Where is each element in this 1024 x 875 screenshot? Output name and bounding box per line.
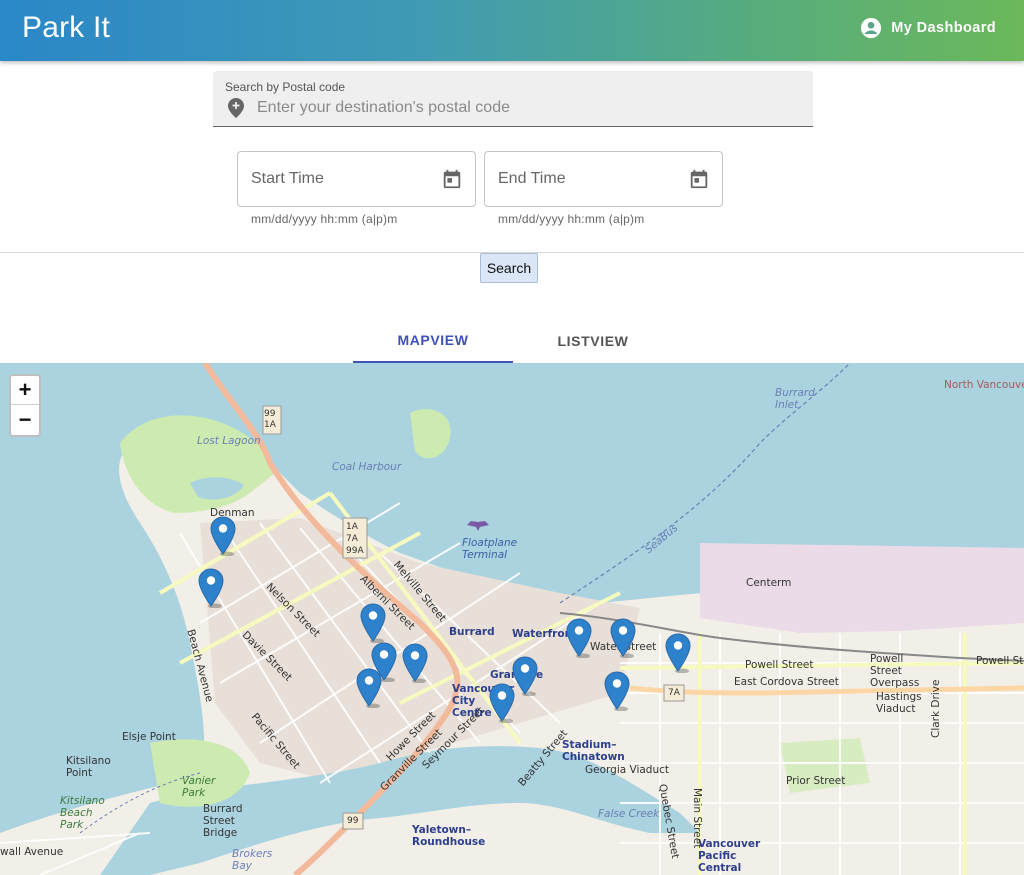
- map-view[interactable]: Lost Lagoon Coal Harbour Denman Floatpla…: [0, 363, 1024, 875]
- end-time-helper: mm/dd/yyyy hh:mm (a|p)m: [498, 212, 645, 226]
- map-label: Prior Street: [786, 775, 846, 787]
- map-label: Burrard Street Bridge: [203, 803, 243, 839]
- map-label: Stadium–Chinatown: [562, 739, 625, 763]
- parking-marker-icon[interactable]: [604, 671, 630, 712]
- dashboard-label: My Dashboard: [891, 20, 996, 36]
- calendar-icon[interactable]: [441, 168, 463, 190]
- zoom-out-button[interactable]: −: [11, 405, 39, 434]
- map-label: Centerm: [746, 577, 792, 589]
- parking-marker-icon[interactable]: [356, 668, 382, 709]
- parking-marker-icon[interactable]: [198, 568, 224, 609]
- search-button[interactable]: Search: [480, 253, 538, 283]
- add-location-icon: [228, 98, 244, 118]
- app-bar: Park It My Dashboard: [0, 0, 1024, 61]
- zoom-control: + −: [9, 374, 41, 437]
- parking-marker-icon[interactable]: [402, 643, 428, 684]
- map-label: North Vancouver: [944, 379, 1024, 391]
- map-label: Yaletown–Roundhouse: [412, 824, 486, 848]
- parking-marker-icon[interactable]: [512, 656, 538, 697]
- start-time-field[interactable]: Start Time: [237, 151, 476, 207]
- map-label: Burrard Inlet: [775, 387, 815, 411]
- map-label: Burrard: [449, 626, 495, 638]
- map-label: Floatplane Terminal: [462, 537, 518, 561]
- map-label: Georgia Viaduct: [585, 764, 670, 776]
- map-label: wall Avenue: [0, 846, 64, 858]
- dashboard-button[interactable]: My Dashboard: [860, 17, 996, 39]
- map-label: Brokers Bay: [232, 848, 273, 872]
- highway-shield: 7A: [668, 688, 680, 698]
- map-label: Vancouver Pacific Central: [698, 838, 761, 874]
- map-label: Hastings Viaduct: [876, 691, 922, 715]
- app-title[interactable]: Park It: [22, 11, 110, 45]
- postal-code-field[interactable]: Search by Postal code: [213, 71, 813, 127]
- calendar-icon[interactable]: [688, 168, 710, 190]
- zoom-in-button[interactable]: +: [11, 376, 39, 405]
- map-tiles[interactable]: [0, 363, 1024, 875]
- highway-shield: 99: [347, 816, 359, 826]
- highway-shield: 99 1A: [264, 409, 276, 430]
- account-circle-icon: [861, 17, 882, 39]
- map-label: Coal Harbour: [332, 461, 402, 473]
- end-time-placeholder: End Time: [498, 170, 566, 187]
- parking-marker-icon[interactable]: [210, 516, 236, 557]
- map-label: Main Street: [691, 788, 703, 849]
- tab-listview[interactable]: LISTVIEW: [513, 318, 673, 363]
- map-label: Elsje Point: [122, 731, 176, 743]
- map-label: Vanier Park: [182, 775, 216, 799]
- parking-marker-icon[interactable]: [665, 633, 691, 674]
- map-label: Clark Drive: [930, 679, 942, 738]
- start-time-helper: mm/dd/yyyy hh:mm (a|p)m: [251, 212, 398, 226]
- start-time-placeholder: Start Time: [251, 170, 324, 187]
- end-time-field[interactable]: End Time: [484, 151, 723, 207]
- parking-marker-icon[interactable]: [566, 618, 592, 659]
- map-label: East Cordova Street: [734, 676, 839, 688]
- view-tabs: MAPVIEW LISTVIEW: [353, 318, 673, 363]
- map-label: Powell Street: [745, 659, 814, 671]
- map-label: Lost Lagoon: [197, 435, 261, 447]
- map-label: Powell Street: [976, 655, 1024, 667]
- tab-mapview[interactable]: MAPVIEW: [353, 318, 513, 363]
- map-label: Kitsilano Point: [66, 755, 111, 779]
- map-label: Powell Street Overpass: [870, 653, 920, 689]
- parking-marker-icon[interactable]: [610, 618, 636, 659]
- postal-code-input[interactable]: [257, 97, 797, 119]
- parking-marker-icon[interactable]: [360, 603, 386, 644]
- map-label: False Creek: [598, 808, 660, 820]
- highway-shield: 1A 7A 99A: [346, 522, 364, 556]
- postal-code-label: Search by Postal code: [225, 80, 346, 94]
- map-label: Kitsilano Beach Park: [60, 795, 105, 831]
